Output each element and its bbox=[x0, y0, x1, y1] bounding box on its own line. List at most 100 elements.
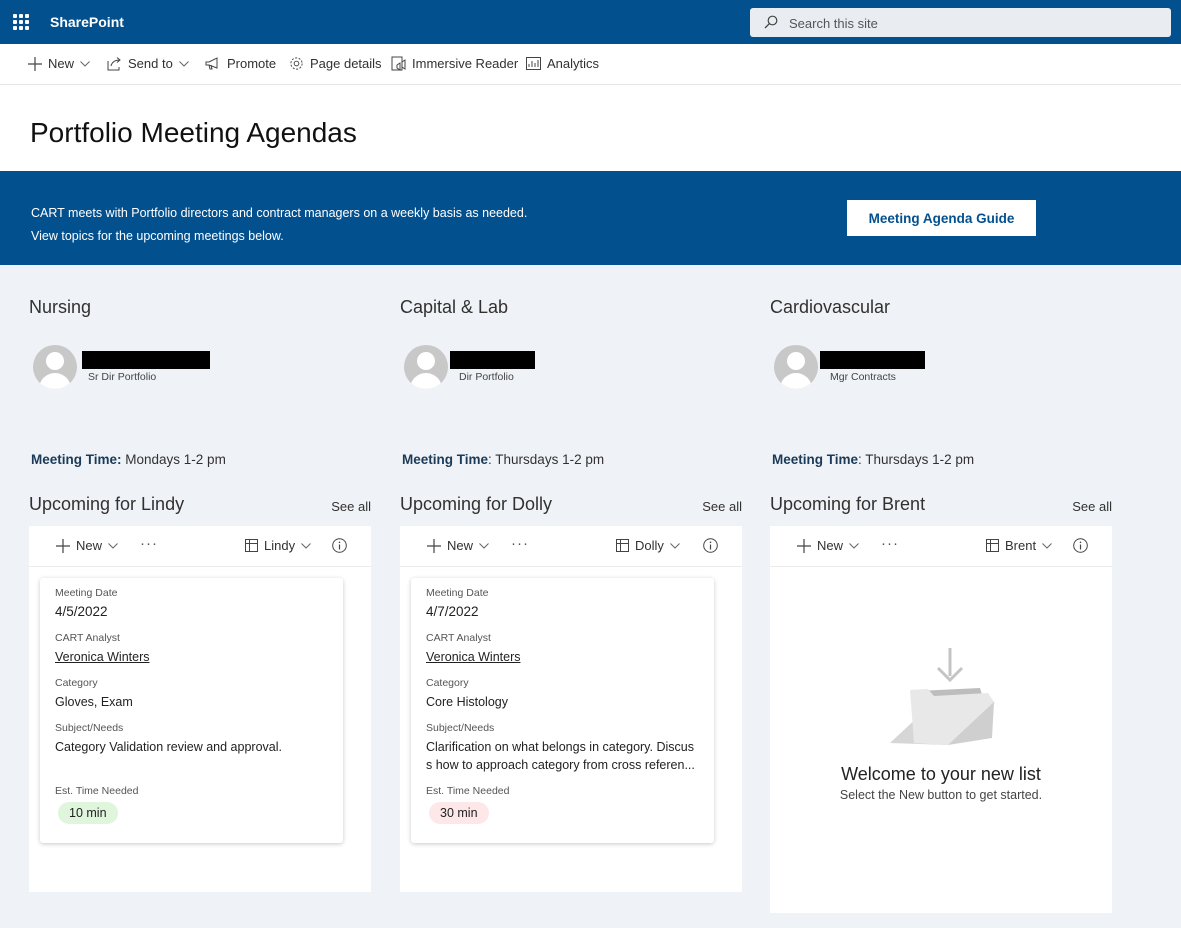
share-icon bbox=[107, 56, 121, 70]
immersive-reader-command[interactable]: Immersive Reader bbox=[391, 56, 518, 71]
redacted-name bbox=[820, 351, 925, 369]
column-nursing: Nursing Sr Dir Portfolio Meeting Time: M… bbox=[29, 265, 374, 905]
time-needed-label: Est. Time Needed bbox=[426, 785, 510, 797]
category-value: Core Histology bbox=[426, 695, 508, 709]
chevron-down-icon bbox=[479, 542, 489, 549]
avatar[interactable] bbox=[404, 345, 448, 389]
analytics-command[interactable]: Analytics bbox=[526, 56, 599, 71]
list-toolbar: New ··· Lindy bbox=[29, 526, 371, 567]
chevron-down-icon bbox=[108, 542, 118, 549]
empty-state-subtitle: Select the New button to get started. bbox=[839, 788, 1043, 802]
list-toolbar: New ··· Brent bbox=[770, 526, 1112, 567]
title-area: Portfolio Meeting Agendas bbox=[0, 85, 1181, 171]
person-role: Sr Dir Portfolio bbox=[88, 371, 157, 383]
plus-icon bbox=[427, 538, 441, 553]
grid-view-icon bbox=[986, 539, 999, 552]
send-to-command[interactable]: Send to bbox=[107, 56, 189, 71]
more-options-icon[interactable]: ··· bbox=[881, 535, 899, 552]
view-selector-label: Dolly bbox=[635, 538, 664, 553]
avatar[interactable] bbox=[774, 345, 818, 389]
search-box[interactable]: Search this site bbox=[750, 8, 1171, 37]
grid-view-icon bbox=[616, 539, 629, 552]
app-name[interactable]: SharePoint bbox=[50, 14, 124, 30]
view-selector-label: Lindy bbox=[264, 538, 296, 553]
empty-state-title: Welcome to your new list bbox=[841, 764, 1041, 784]
list-item-card[interactable]: Meeting Date 4/7/2022 CART Analyst Veron… bbox=[411, 578, 714, 843]
column-title: Cardiovascular bbox=[770, 297, 891, 317]
subject-value-line-1: Clarification on what belongs in categor… bbox=[426, 740, 694, 754]
analytics-command-label: Analytics bbox=[547, 56, 600, 71]
info-icon[interactable] bbox=[332, 538, 347, 553]
list-panel: New ··· Dolly Meeting Date 4/7/2022 CART… bbox=[400, 526, 742, 892]
list-new-button[interactable]: New bbox=[797, 538, 859, 553]
column-cardiovascular: Cardiovascular Mgr Contracts Meeting Tim… bbox=[770, 265, 1115, 915]
time-needed-pill: 30 min bbox=[429, 802, 489, 824]
more-options-icon[interactable]: ··· bbox=[511, 535, 529, 552]
subject-label: Subject/Needs bbox=[426, 722, 495, 734]
chevron-down-icon bbox=[301, 542, 311, 549]
info-icon[interactable] bbox=[1073, 538, 1088, 553]
meeting-date-label: Meeting Date bbox=[55, 587, 118, 599]
chevron-down-icon bbox=[1042, 542, 1052, 549]
view-selector[interactable]: Lindy bbox=[245, 538, 311, 553]
meeting-time-value: Mondays 1-2 pm bbox=[121, 452, 226, 467]
see-all-link[interactable]: See all bbox=[331, 499, 371, 514]
meeting-time-value: : Thursdays 1-2 pm bbox=[488, 452, 605, 467]
chevron-down-icon bbox=[80, 60, 90, 67]
page-title: Portfolio Meeting Agendas bbox=[30, 117, 357, 148]
list-new-button[interactable]: New bbox=[56, 538, 118, 553]
list-new-label: New bbox=[447, 538, 474, 553]
meeting-time-label: Meeting Time bbox=[772, 452, 859, 467]
new-command[interactable]: New bbox=[28, 56, 90, 71]
analyst-link[interactable]: Veronica Winters bbox=[426, 648, 520, 666]
meeting-time-value: : Thursdays 1-2 pm bbox=[858, 452, 975, 467]
chevron-down-icon bbox=[670, 542, 680, 549]
chevron-down-icon bbox=[178, 60, 189, 67]
subject-label: Subject/Needs bbox=[55, 722, 124, 734]
analytics-icon bbox=[526, 57, 541, 70]
list-panel: New ··· Lindy Meeting Date 4/5/2022 CART… bbox=[29, 526, 371, 892]
chevron-down-icon bbox=[849, 542, 859, 549]
redacted-name bbox=[82, 351, 210, 369]
upcoming-title: Upcoming for Lindy bbox=[29, 494, 185, 514]
immersive-reader-icon bbox=[391, 56, 406, 71]
meeting-date-value: 4/7/2022 bbox=[426, 604, 479, 619]
list-new-label: New bbox=[817, 538, 844, 553]
subject-value-line-2: s how to approach category from cross re… bbox=[426, 758, 695, 772]
meeting-date-value: 4/5/2022 bbox=[55, 604, 108, 619]
meeting-agenda-guide-button[interactable]: Meeting Agenda Guide bbox=[847, 200, 1036, 236]
hero-banner: CART meets with Portfolio directors and … bbox=[0, 171, 1181, 265]
promote-command[interactable]: Promote bbox=[205, 56, 276, 71]
info-icon[interactable] bbox=[703, 538, 718, 553]
page-details-command[interactable]: Page details bbox=[289, 56, 382, 71]
avatar[interactable] bbox=[33, 345, 77, 389]
time-needed-pill: 10 min bbox=[58, 802, 118, 824]
list-new-label: New bbox=[76, 538, 103, 553]
list-new-button[interactable]: New bbox=[427, 538, 489, 553]
command-bar: New Send to Promote Page details Immersi… bbox=[0, 44, 1181, 85]
view-selector[interactable]: Dolly bbox=[616, 538, 680, 553]
app-launcher-icon[interactable] bbox=[13, 14, 29, 30]
analyst-link[interactable]: Veronica Winters bbox=[55, 648, 149, 666]
plus-icon bbox=[28, 56, 42, 71]
page-details-command-label: Page details bbox=[310, 56, 382, 71]
more-options-icon[interactable]: ··· bbox=[140, 535, 158, 552]
promote-command-label: Promote bbox=[227, 56, 277, 71]
see-all-link[interactable]: See all bbox=[1072, 499, 1112, 514]
column-title: Capital & Lab bbox=[400, 297, 509, 317]
list-item-card[interactable]: Meeting Date 4/5/2022 CART Analyst Veron… bbox=[40, 578, 343, 843]
gear-icon bbox=[290, 57, 303, 70]
meeting-date-label: Meeting Date bbox=[426, 587, 489, 599]
upcoming-title: Upcoming for Brent bbox=[770, 494, 926, 514]
category-label: Category bbox=[55, 677, 98, 689]
category-label: Category bbox=[426, 677, 469, 689]
empty-folder-icon bbox=[890, 648, 995, 745]
person-role: Mgr Contracts bbox=[830, 371, 896, 383]
subject-value: Category Validation review and approval. bbox=[55, 740, 282, 754]
banner-text-line-2: View topics for the upcoming meetings be… bbox=[31, 229, 284, 243]
banner-text-line-1: CART meets with Portfolio directors and … bbox=[31, 206, 528, 220]
see-all-link[interactable]: See all bbox=[702, 499, 742, 514]
view-selector[interactable]: Brent bbox=[986, 538, 1052, 553]
new-command-label: New bbox=[48, 56, 75, 71]
plus-icon bbox=[797, 538, 811, 553]
